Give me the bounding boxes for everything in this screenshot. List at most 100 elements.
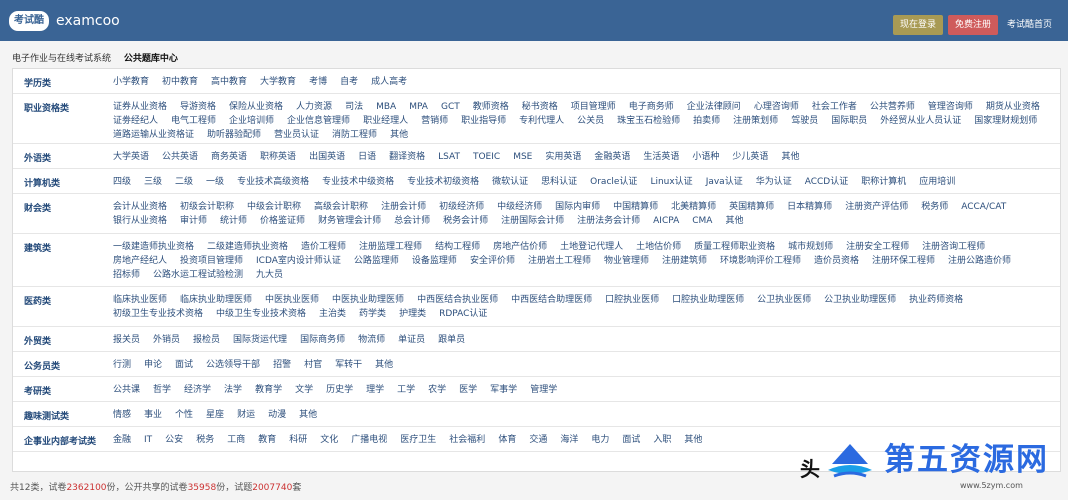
category-link[interactable]: 国际货运代理 (233, 333, 287, 347)
category-label[interactable]: 考研类 (24, 385, 119, 399)
category-link[interactable]: ACCA/CAT (961, 200, 1006, 214)
category-link[interactable]: 总会计师 (394, 214, 430, 228)
category-link[interactable]: 日本精算师 (787, 200, 832, 214)
category-link[interactable]: 注册环保工程师 (872, 254, 935, 268)
category-link[interactable]: 面试 (175, 358, 193, 372)
category-link[interactable]: 思科认证 (541, 175, 577, 189)
category-link[interactable]: 注册监理工程师 (359, 240, 422, 254)
category-link[interactable]: 注册公路造价师 (948, 254, 1011, 268)
category-link[interactable]: 中国精算师 (613, 200, 658, 214)
category-link[interactable]: 公卫执业助理医师 (824, 293, 896, 307)
category-link[interactable]: 教师资格 (473, 100, 509, 114)
category-link[interactable]: 其他 (781, 150, 799, 164)
category-link[interactable]: 金融 (113, 433, 131, 447)
category-link[interactable]: 财运 (237, 408, 255, 422)
category-link[interactable]: 期货从业资格 (986, 100, 1040, 114)
category-link[interactable]: 文化 (320, 433, 338, 447)
category-link[interactable]: 专业技术中级资格 (322, 175, 394, 189)
category-link[interactable]: 体育 (498, 433, 516, 447)
category-link[interactable]: 九大员 (256, 268, 283, 282)
category-link[interactable]: 房地产经纪人 (113, 254, 167, 268)
category-link[interactable]: 中级卫生专业技术资格 (216, 307, 306, 321)
category-link[interactable]: 注册资产评估师 (845, 200, 908, 214)
category-link[interactable]: 小语种 (692, 150, 719, 164)
category-link[interactable]: 外销员 (153, 333, 180, 347)
category-link[interactable]: 公选领导干部 (206, 358, 260, 372)
category-link[interactable]: 银行从业资格 (113, 214, 167, 228)
category-label[interactable]: 公务员类 (24, 360, 119, 374)
category-link[interactable]: 结构工程师 (435, 240, 480, 254)
category-link[interactable]: 电力 (591, 433, 609, 447)
category-link[interactable]: 工学 (397, 383, 415, 397)
category-label[interactable]: 企事业内部考试类 (24, 435, 119, 449)
category-link[interactable]: 公路水运工程试验检测 (153, 268, 243, 282)
category-link[interactable]: 驾驶员 (791, 114, 818, 128)
category-link[interactable]: 动漫 (268, 408, 286, 422)
category-link[interactable]: 报关员 (113, 333, 140, 347)
category-link[interactable]: 导游资格 (180, 100, 216, 114)
category-link[interactable]: 注册会计师 (381, 200, 426, 214)
category-link[interactable]: 商务英语 (211, 150, 247, 164)
category-link[interactable]: 单证员 (398, 333, 425, 347)
category-link[interactable]: 公路监理师 (354, 254, 399, 268)
category-link[interactable]: 应用培训 (919, 175, 955, 189)
category-link[interactable]: 临床执业医师 (113, 293, 167, 307)
category-link[interactable]: 考博 (309, 75, 327, 89)
category-link[interactable]: 军转干 (335, 358, 362, 372)
category-link[interactable]: 英国精算师 (729, 200, 774, 214)
category-link[interactable]: 职称计算机 (861, 175, 906, 189)
category-link[interactable]: 国际内审师 (555, 200, 600, 214)
category-link[interactable]: 职业经理人 (363, 114, 408, 128)
category-link[interactable]: 华为认证 (756, 175, 792, 189)
category-link[interactable]: 少儿英语 (732, 150, 768, 164)
category-link[interactable]: 初级卫生专业技术资格 (113, 307, 203, 321)
category-label[interactable]: 学历类 (24, 77, 119, 91)
category-link[interactable]: 情感 (113, 408, 131, 422)
home-link[interactable]: 考试酷首页 (1007, 15, 1052, 35)
category-link[interactable]: 珠宝玉石检验师 (617, 114, 680, 128)
category-link[interactable]: 价格鉴证师 (260, 214, 305, 228)
category-link[interactable]: 微软认证 (492, 175, 528, 189)
category-link[interactable]: 注册法务会计师 (577, 214, 640, 228)
category-link[interactable]: MSE (513, 150, 532, 164)
category-link[interactable]: 面试 (622, 433, 640, 447)
category-link[interactable]: 招标师 (113, 268, 140, 282)
category-link[interactable]: 专业技术初级资格 (407, 175, 479, 189)
category-link[interactable]: 营业员认证 (274, 128, 319, 142)
examcoo-logo[interactable]: 考试酷 (9, 11, 49, 31)
category-link[interactable]: 初中教育 (162, 75, 198, 89)
category-link[interactable]: 哲学 (153, 383, 171, 397)
category-link[interactable]: 专利代理人 (519, 114, 564, 128)
category-link[interactable]: 入职 (653, 433, 671, 447)
category-link[interactable]: 城市规划师 (788, 240, 833, 254)
category-link[interactable]: 公关员 (577, 114, 604, 128)
category-link[interactable]: 其他 (299, 408, 317, 422)
category-link[interactable]: 统计师 (220, 214, 247, 228)
category-link[interactable]: 消防工程师 (332, 128, 377, 142)
category-link[interactable]: AICPA (653, 214, 679, 228)
category-link[interactable]: 物流师 (358, 333, 385, 347)
category-link[interactable]: 事业 (144, 408, 162, 422)
category-link[interactable]: 中医执业医师 (265, 293, 319, 307)
category-link[interactable]: 二级 (175, 175, 193, 189)
category-label[interactable]: 财会类 (24, 202, 119, 216)
category-label[interactable]: 职业资格类 (24, 102, 119, 116)
category-link[interactable]: 造价员资格 (814, 254, 859, 268)
category-link[interactable]: 三级 (144, 175, 162, 189)
category-link[interactable]: 医学 (459, 383, 477, 397)
category-link[interactable]: 护理类 (399, 307, 426, 321)
category-link[interactable]: 其他 (375, 358, 393, 372)
category-label[interactable]: 医药类 (24, 295, 119, 309)
category-link[interactable]: 海洋 (560, 433, 578, 447)
category-link[interactable]: 生活英语 (643, 150, 679, 164)
category-link[interactable]: 注册安全工程师 (846, 240, 909, 254)
category-link[interactable]: 国家理财规划师 (974, 114, 1037, 128)
category-link[interactable]: 物业管理师 (604, 254, 649, 268)
category-link[interactable]: Linux认证 (650, 175, 692, 189)
category-link[interactable]: 项目管理师 (571, 100, 616, 114)
category-link[interactable]: 公安 (165, 433, 183, 447)
category-link[interactable]: 行测 (113, 358, 131, 372)
category-link[interactable]: GCT (441, 100, 460, 114)
category-link[interactable]: 证券从业资格 (113, 100, 167, 114)
category-link[interactable]: 经济学 (184, 383, 211, 397)
